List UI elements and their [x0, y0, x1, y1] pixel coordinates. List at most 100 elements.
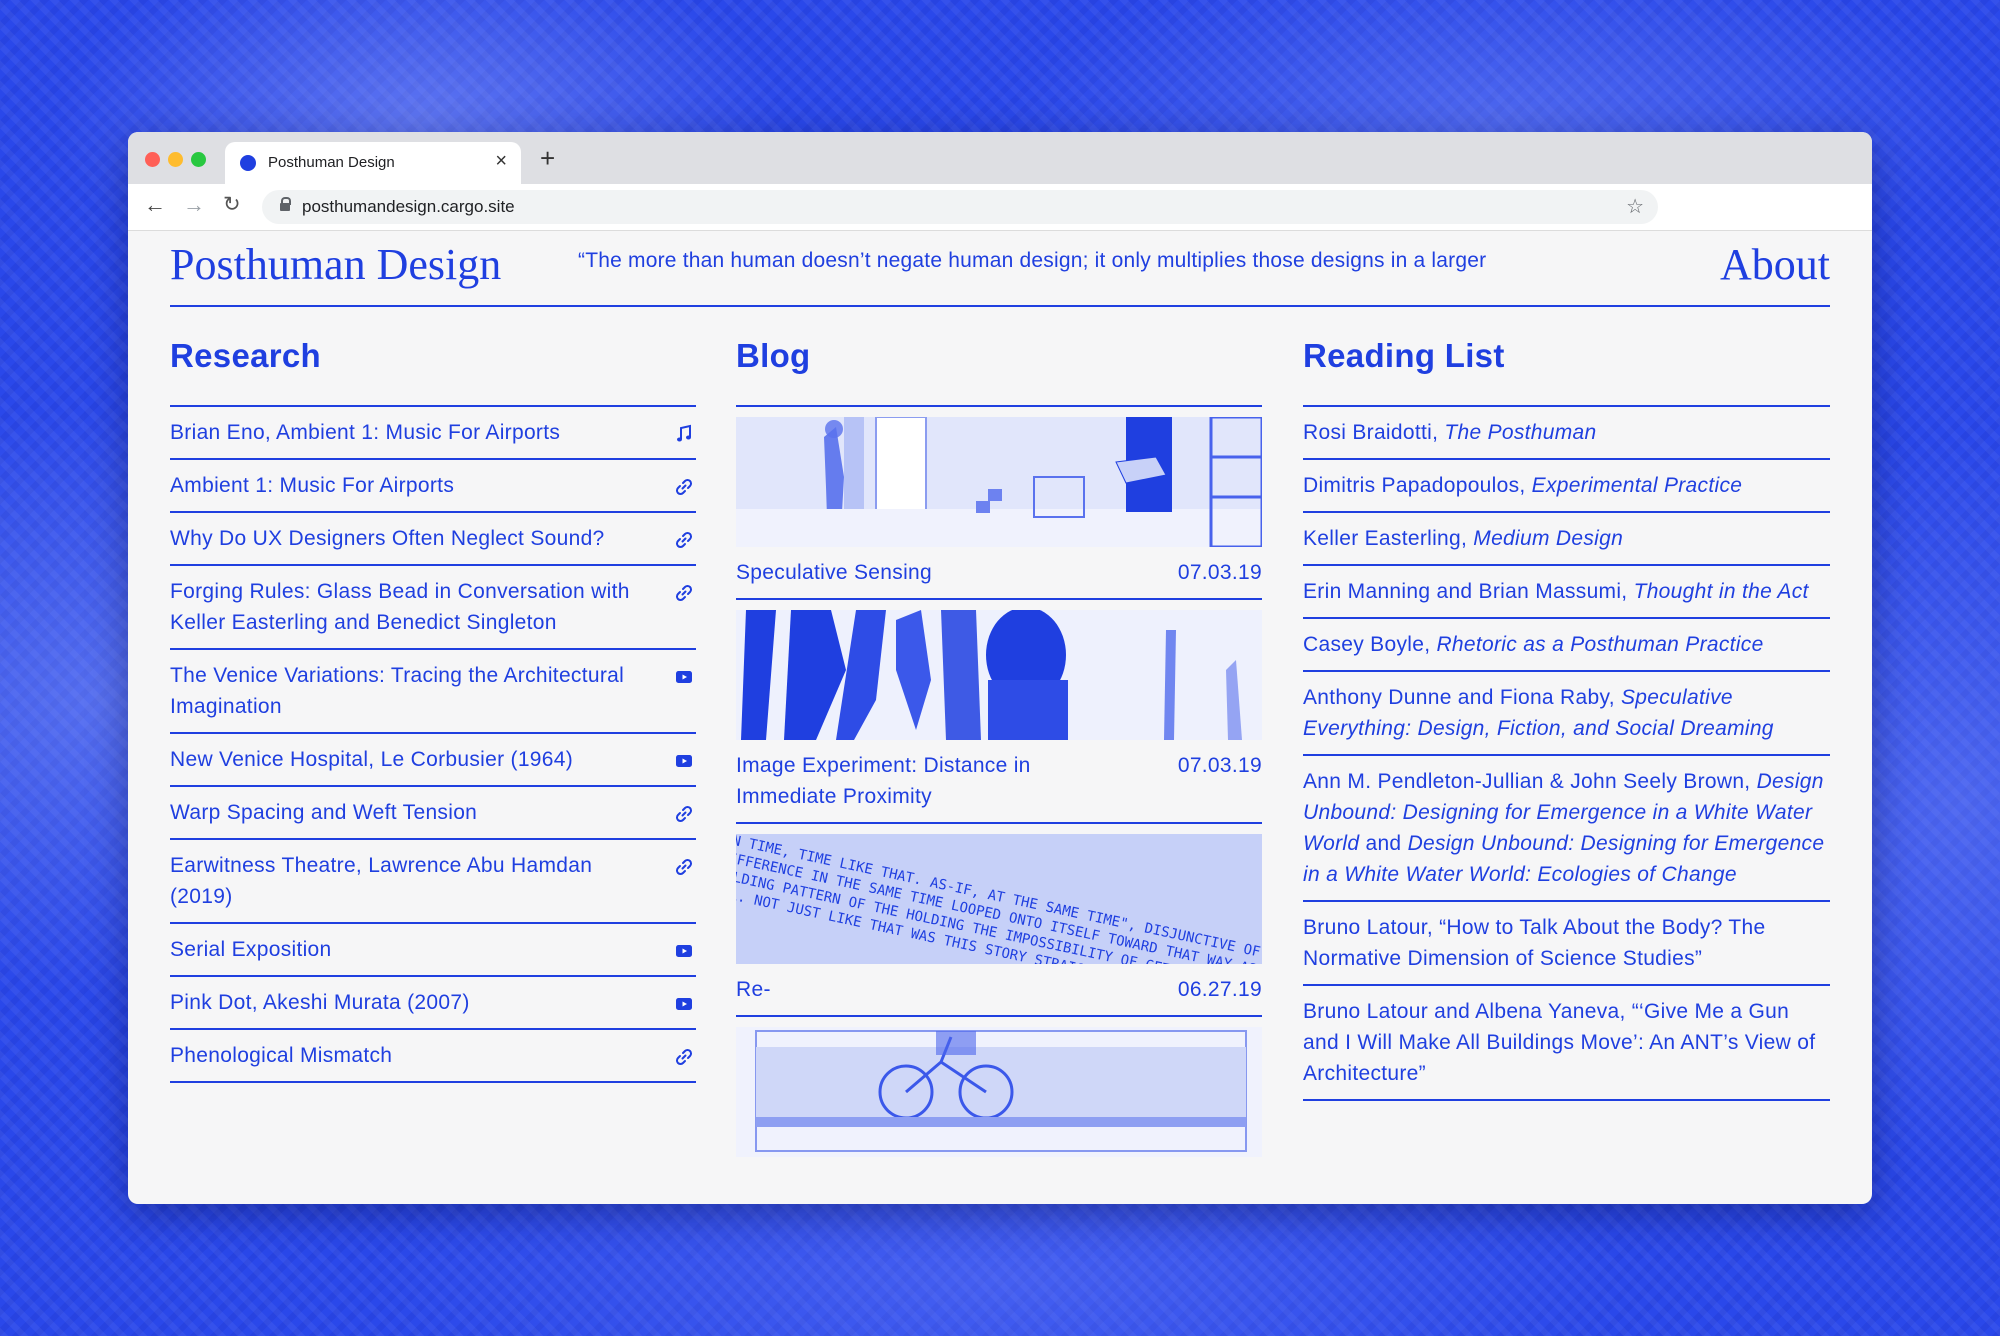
music-note-icon: [674, 422, 694, 442]
reading-list-item[interactable]: Bruno Latour, “How to Talk About the Bod…: [1303, 902, 1830, 986]
reading-list-item[interactable]: Keller Easterling, Medium Design: [1303, 513, 1830, 566]
blog-post[interactable]: Image Experiment: Distance in Immediate …: [736, 600, 1262, 824]
research-item-label[interactable]: Earwitness Theatre, Lawrence Abu Hamdan …: [170, 854, 592, 908]
blog-post-date: 06.27.19: [1177, 978, 1262, 1001]
reading-item-title[interactable]: Rhetoric as a Posthuman Practice: [1436, 633, 1763, 656]
link-icon: [674, 1045, 694, 1066]
blog-column: Blog Speculative Sensing 07.03.19 Image …: [736, 331, 1262, 1167]
reading-list-heading: Reading List: [1303, 337, 1505, 374]
video-icon: [674, 992, 694, 1012]
link-icon: [674, 581, 694, 602]
research-list-item[interactable]: Forging Rules: Glass Bead in Conversatio…: [170, 566, 696, 650]
minimize-window-button[interactable]: [168, 152, 183, 167]
maximize-window-button[interactable]: [191, 152, 206, 167]
forward-arrow-icon[interactable]: →: [183, 192, 205, 218]
blog-post-title[interactable]: Speculative Sensing: [736, 557, 1116, 588]
research-list-item[interactable]: Phenological Mismatch: [170, 1030, 696, 1083]
link-icon: [674, 855, 694, 876]
reading-list-item[interactable]: Bruno Latour and Albena Yaneva, “‘Give M…: [1303, 986, 1830, 1101]
blog-post[interactable]: Speculative Sensing 07.03.19: [736, 407, 1262, 600]
tab-title: Posthuman Design: [268, 154, 395, 171]
blog-post-meta: Image Experiment: Distance in Immediate …: [736, 750, 1262, 812]
browser-toolbar: ← → ↻ posthumandesign.cargo.site ☆: [128, 184, 1872, 231]
reading-item-title[interactable]: Experimental Practice: [1532, 474, 1743, 497]
back-arrow-icon[interactable]: ←: [144, 192, 166, 218]
blog-post-date: 07.03.19: [1177, 561, 1262, 584]
about-link[interactable]: About: [1720, 239, 1830, 290]
blog-thumbnail-image[interactable]: [736, 417, 1262, 547]
web-page: Posthuman Design “The more than human do…: [128, 231, 1872, 1204]
reading-list-column: Reading List Rosi Braidotti, The Posthum…: [1303, 331, 1830, 1101]
research-column: Research Brian Eno, Ambient 1: Music For…: [170, 331, 696, 1083]
reading-item-author: Anthony Dunne and Fiona Raby,: [1303, 686, 1621, 709]
browser-window: Posthuman Design × + ← → ↻ posthumandesi…: [128, 132, 1872, 1204]
close-tab-icon[interactable]: ×: [495, 150, 507, 173]
browser-tab[interactable]: Posthuman Design ×: [225, 142, 521, 184]
reading-item-title[interactable]: The Posthuman: [1444, 421, 1596, 444]
new-tab-button[interactable]: +: [540, 143, 555, 174]
blog-post[interactable]: IN TIME, TIME LIKE THAT. AS-IF, AT THE S…: [736, 824, 1262, 1017]
reading-item-author: Dimitris Papadopoulos,: [1303, 474, 1532, 497]
favicon-icon: [240, 155, 256, 171]
research-item-label[interactable]: New Venice Hospital, Le Corbusier (1964): [170, 748, 573, 771]
thumbnail-overlay-text: IN TIME, TIME LIKE THAT. AS-IF, AT THE S…: [736, 834, 1262, 964]
reading-list-item[interactable]: Dimitris Papadopoulos, Experimental Prac…: [1303, 460, 1830, 513]
video-icon: [674, 665, 694, 685]
research-list-item[interactable]: Serial Exposition: [170, 924, 696, 977]
reading-item-author: Bruno Latour and Albena Yaneva, “‘Give M…: [1303, 1000, 1816, 1085]
reload-icon[interactable]: ↻: [223, 192, 241, 217]
reading-list-item[interactable]: Ann M. Pendleton-Jullian & John Seely Br…: [1303, 756, 1830, 902]
blog-post-date: 07.03.19: [1177, 754, 1262, 777]
link-icon: [674, 528, 694, 549]
research-item-label[interactable]: Forging Rules: Glass Bead in Conversatio…: [170, 580, 630, 634]
blog-post-title[interactable]: Image Experiment: Distance in Immediate …: [736, 750, 1116, 812]
reading-item-title[interactable]: Thought in the Act: [1634, 580, 1809, 603]
reading-list-item[interactable]: Erin Manning and Brian Massumi, Thought …: [1303, 566, 1830, 619]
research-list-item[interactable]: Earwitness Theatre, Lawrence Abu Hamdan …: [170, 840, 696, 924]
blog-post[interactable]: [736, 1017, 1262, 1167]
header-divider: [170, 305, 1830, 307]
research-item-label[interactable]: Brian Eno, Ambient 1: Music For Airports: [170, 421, 560, 444]
link-icon: [674, 802, 694, 823]
research-list-item[interactable]: Ambient 1: Music For Airports: [170, 460, 696, 513]
reading-item-author: Keller Easterling,: [1303, 527, 1474, 550]
research-item-label[interactable]: Ambient 1: Music For Airports: [170, 474, 454, 497]
blog-post-title[interactable]: Re-: [736, 974, 1116, 1005]
reading-item-author: Ann M. Pendleton-Jullian & John Seely Br…: [1303, 770, 1757, 793]
bookmark-star-icon[interactable]: ☆: [1626, 194, 1644, 219]
research-list-item[interactable]: New Venice Hospital, Le Corbusier (1964): [170, 734, 696, 787]
research-item-label[interactable]: Why Do UX Designers Often Neglect Sound?: [170, 527, 605, 550]
blog-thumbnail-image[interactable]: [736, 610, 1262, 740]
reading-list-item[interactable]: Casey Boyle, Rhetoric as a Posthuman Pra…: [1303, 619, 1830, 672]
reading-item-author: Rosi Braidotti,: [1303, 421, 1445, 444]
blog-post-meta: Speculative Sensing 07.03.19: [736, 557, 1262, 588]
url-text[interactable]: posthumandesign.cargo.site: [302, 197, 515, 217]
reading-list: Rosi Braidotti, The Posthuman Dimitris Pa…: [1303, 405, 1830, 1101]
research-list-item[interactable]: Brian Eno, Ambient 1: Music For Airports: [170, 407, 696, 460]
reading-item-title[interactable]: Medium Design: [1473, 527, 1623, 550]
reading-item-author: Bruno Latour, “How to Talk About the Bod…: [1303, 916, 1766, 970]
video-icon: [674, 939, 694, 959]
blog-thumbnail-image[interactable]: [736, 1027, 1262, 1157]
link-icon: [674, 475, 694, 496]
research-item-label[interactable]: Warp Spacing and Weft Tension: [170, 801, 477, 824]
research-item-label[interactable]: Serial Exposition: [170, 938, 332, 961]
address-bar[interactable]: posthumandesign.cargo.site ☆: [262, 190, 1658, 224]
reading-list-item[interactable]: Anthony Dunne and Fiona Raby, Speculativ…: [1303, 672, 1830, 756]
research-list-item[interactable]: Why Do UX Designers Often Neglect Sound?: [170, 513, 696, 566]
blog-heading: Blog: [736, 337, 811, 374]
research-list-item[interactable]: Warp Spacing and Weft Tension: [170, 787, 696, 840]
research-list-item[interactable]: The Venice Variations: Tracing the Archi…: [170, 650, 696, 734]
blog-post-meta: Re- 06.27.19: [736, 974, 1262, 1005]
research-item-label[interactable]: The Venice Variations: Tracing the Archi…: [170, 664, 624, 718]
research-item-label[interactable]: Pink Dot, Akeshi Murata (2007): [170, 991, 470, 1014]
reading-item-conjunction: and: [1359, 832, 1408, 855]
research-item-label[interactable]: Phenological Mismatch: [170, 1044, 392, 1067]
site-title[interactable]: Posthuman Design: [170, 239, 501, 290]
close-window-button[interactable]: [145, 152, 160, 167]
header-quote: “The more than human doesn’t negate huma…: [578, 249, 1487, 272]
blog-thumbnail-image[interactable]: IN TIME, TIME LIKE THAT. AS-IF, AT THE S…: [736, 834, 1262, 964]
reading-item-author: Erin Manning and Brian Massumi,: [1303, 580, 1634, 603]
research-list-item[interactable]: Pink Dot, Akeshi Murata (2007): [170, 977, 696, 1030]
reading-list-item[interactable]: Rosi Braidotti, The Posthuman: [1303, 407, 1830, 460]
